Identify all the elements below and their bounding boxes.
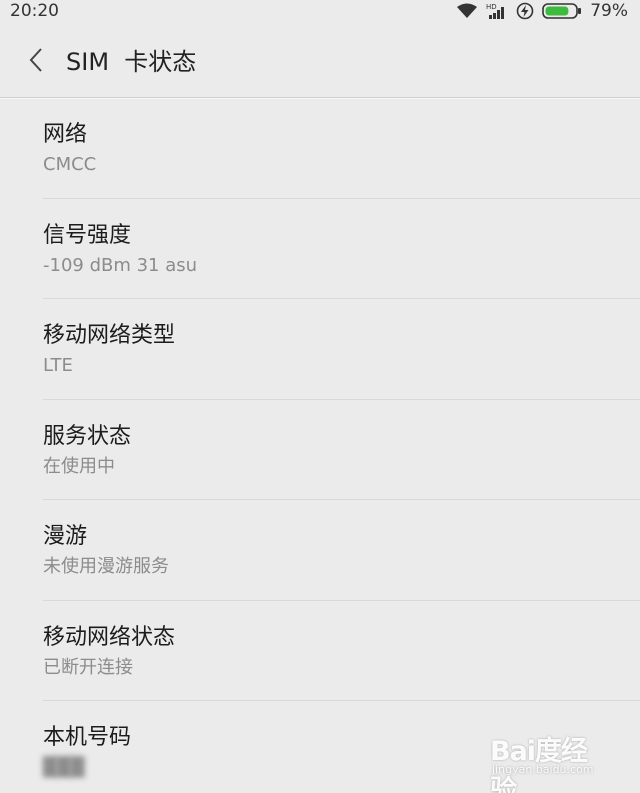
item-value: 已断开连接 [43,656,133,678]
item-label: 漫游 [43,524,88,549]
page-title: SIM 卡状态 [66,48,197,76]
list-item-network-type[interactable]: 移动网络类型 LTE [43,299,640,400]
signal-icon: HD [486,2,508,20]
item-value: CMCC [43,154,97,175]
list-item-network[interactable]: 网络 CMCC [43,98,640,199]
status-time: 20:20 [10,1,59,21]
item-value: -109 dBm 31 asu [43,254,198,276]
header: SIM 卡状态 [0,22,640,98]
sim-status-list: 网络 CMCC 信号强度 -109 dBm 31 asu 移动网络类型 LTE … [0,98,640,793]
list-item-mobile-network-state[interactable]: 移动网络状态 已断开连接 [43,601,640,701]
wifi-icon [456,3,478,19]
charging-icon [516,2,534,20]
battery-percent: 79% [590,1,628,21]
item-label: 网络 [43,122,88,147]
item-label: 移动网络状态 [43,624,176,650]
item-value-redacted: ███ [43,757,85,778]
item-value: 未使用漫游服务 [43,556,169,577]
list-item-service-state[interactable]: 服务状态 在使用中 [43,400,640,500]
item-value: LTE [43,355,73,376]
hd-badge: HD [486,3,497,11]
item-label: 信号强度 [43,222,132,248]
battery-icon [542,2,582,20]
status-icons: HD 79% [456,1,628,21]
list-item-signal-strength[interactable]: 信号强度 -109 dBm 31 asu [43,199,640,299]
status-bar: 20:20 HD 79% [0,0,640,22]
item-value: 在使用中 [43,455,115,477]
list-item-roaming[interactable]: 漫游 未使用漫游服务 [43,500,640,601]
chevron-left-icon [29,47,42,72]
list-item-phone-number[interactable]: 本机号码 ███ [43,701,640,793]
item-label: 移动网络类型 [43,323,176,348]
item-label: 本机号码 [43,725,132,750]
item-label: 服务状态 [43,423,132,449]
back-button[interactable] [22,40,50,80]
